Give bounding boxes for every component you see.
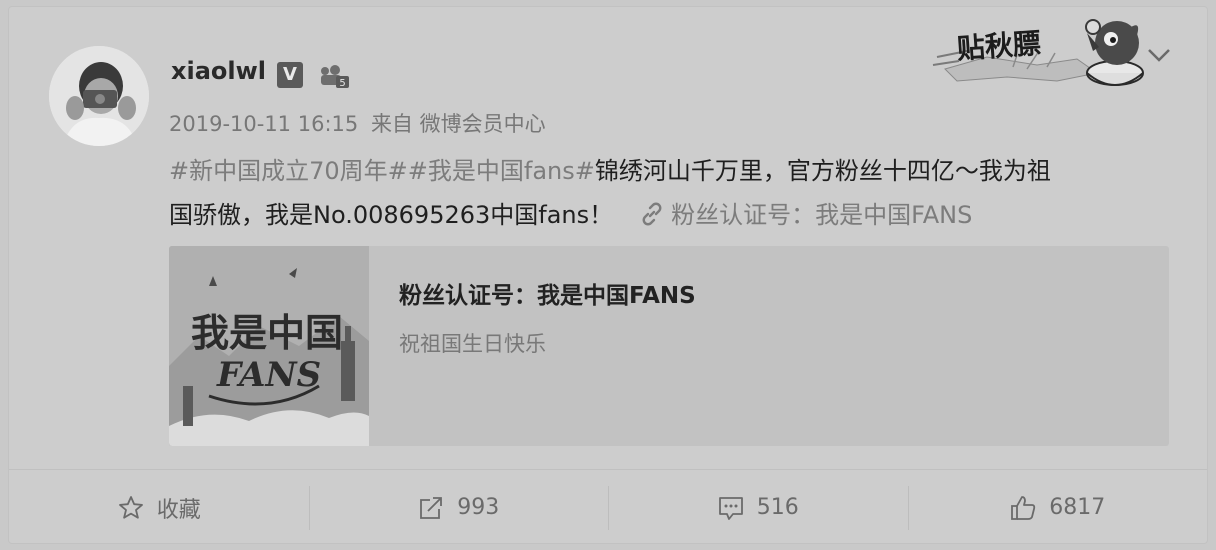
card-thumbnail: 我是中国 FANS bbox=[169, 246, 369, 446]
comment-button[interactable]: 516 bbox=[608, 470, 908, 543]
thumbs-up-icon bbox=[1011, 495, 1036, 520]
repost-count: 993 bbox=[457, 495, 500, 520]
share-arrow-icon bbox=[420, 496, 443, 519]
like-count: 6817 bbox=[1049, 495, 1106, 520]
link-card[interactable]: 我是中国 FANS 粉丝认证号：我是中国FANS 祝祖国生日快乐 bbox=[169, 246, 1169, 446]
username[interactable]: xiaolwl bbox=[171, 57, 266, 85]
svg-text:5: 5 bbox=[339, 78, 345, 89]
autumn-sticker: 贴秋膘 bbox=[927, 7, 1157, 93]
verified-badge-icon[interactable]: V bbox=[277, 62, 303, 88]
source-prefix: 来自 bbox=[370, 112, 413, 136]
post-time[interactable]: 2019-10-11 16:15 bbox=[169, 112, 358, 136]
chevron-down-icon[interactable] bbox=[1145, 45, 1173, 65]
favorite-button[interactable]: 收藏 bbox=[9, 470, 309, 543]
favorite-label: 收藏 bbox=[156, 497, 201, 523]
comment-bubble-icon bbox=[718, 496, 743, 520]
sticker-text: 贴秋膘 bbox=[956, 27, 1042, 66]
card-title: 粉丝认证号：我是中国FANS bbox=[399, 283, 696, 309]
fan-cert-link-text[interactable]: 粉丝认证号：我是中国FANS bbox=[671, 201, 972, 229]
post-text-line1: 锦绣河山千万里，官方粉丝十四亿～我为祖 bbox=[594, 157, 1051, 185]
like-button[interactable]: 6817 bbox=[907, 470, 1208, 543]
avatar[interactable] bbox=[49, 46, 149, 146]
fan-cert-link[interactable]: 粉丝认证号：我是中国FANS bbox=[639, 201, 972, 229]
post-meta: 2019-10-11 16:15 来自 微博会员中心 bbox=[169, 108, 546, 138]
svg-text:我是中国: 我是中国 bbox=[191, 310, 343, 355]
repost-button[interactable]: 993 bbox=[308, 470, 609, 543]
link-chain-icon bbox=[642, 202, 662, 226]
star-icon bbox=[118, 495, 143, 519]
action-bar: 收藏 993 516 6817 bbox=[9, 470, 1208, 543]
weibo-post-card: xiaolwl V 5 2019-10-11 16:15 来自 微博会员中心 贴… bbox=[8, 6, 1208, 544]
post-content: #新中国成立70周年##我是中国fans#锦绣河山千万里，官方粉丝十四亿～我为祖… bbox=[169, 149, 1169, 237]
post-text-line2: 国骄傲，我是No.008695263中国fans！ bbox=[169, 201, 614, 229]
member-level-icon[interactable]: 5 bbox=[317, 61, 351, 91]
comment-count: 516 bbox=[756, 495, 799, 520]
svg-text:FANS: FANS bbox=[216, 355, 321, 395]
post-source[interactable]: 微博会员中心 bbox=[420, 112, 546, 136]
card-subtitle: 祝祖国生日快乐 bbox=[399, 332, 546, 356]
topic-tags[interactable]: #新中国成立70周年##我是中国fans# bbox=[169, 157, 595, 185]
